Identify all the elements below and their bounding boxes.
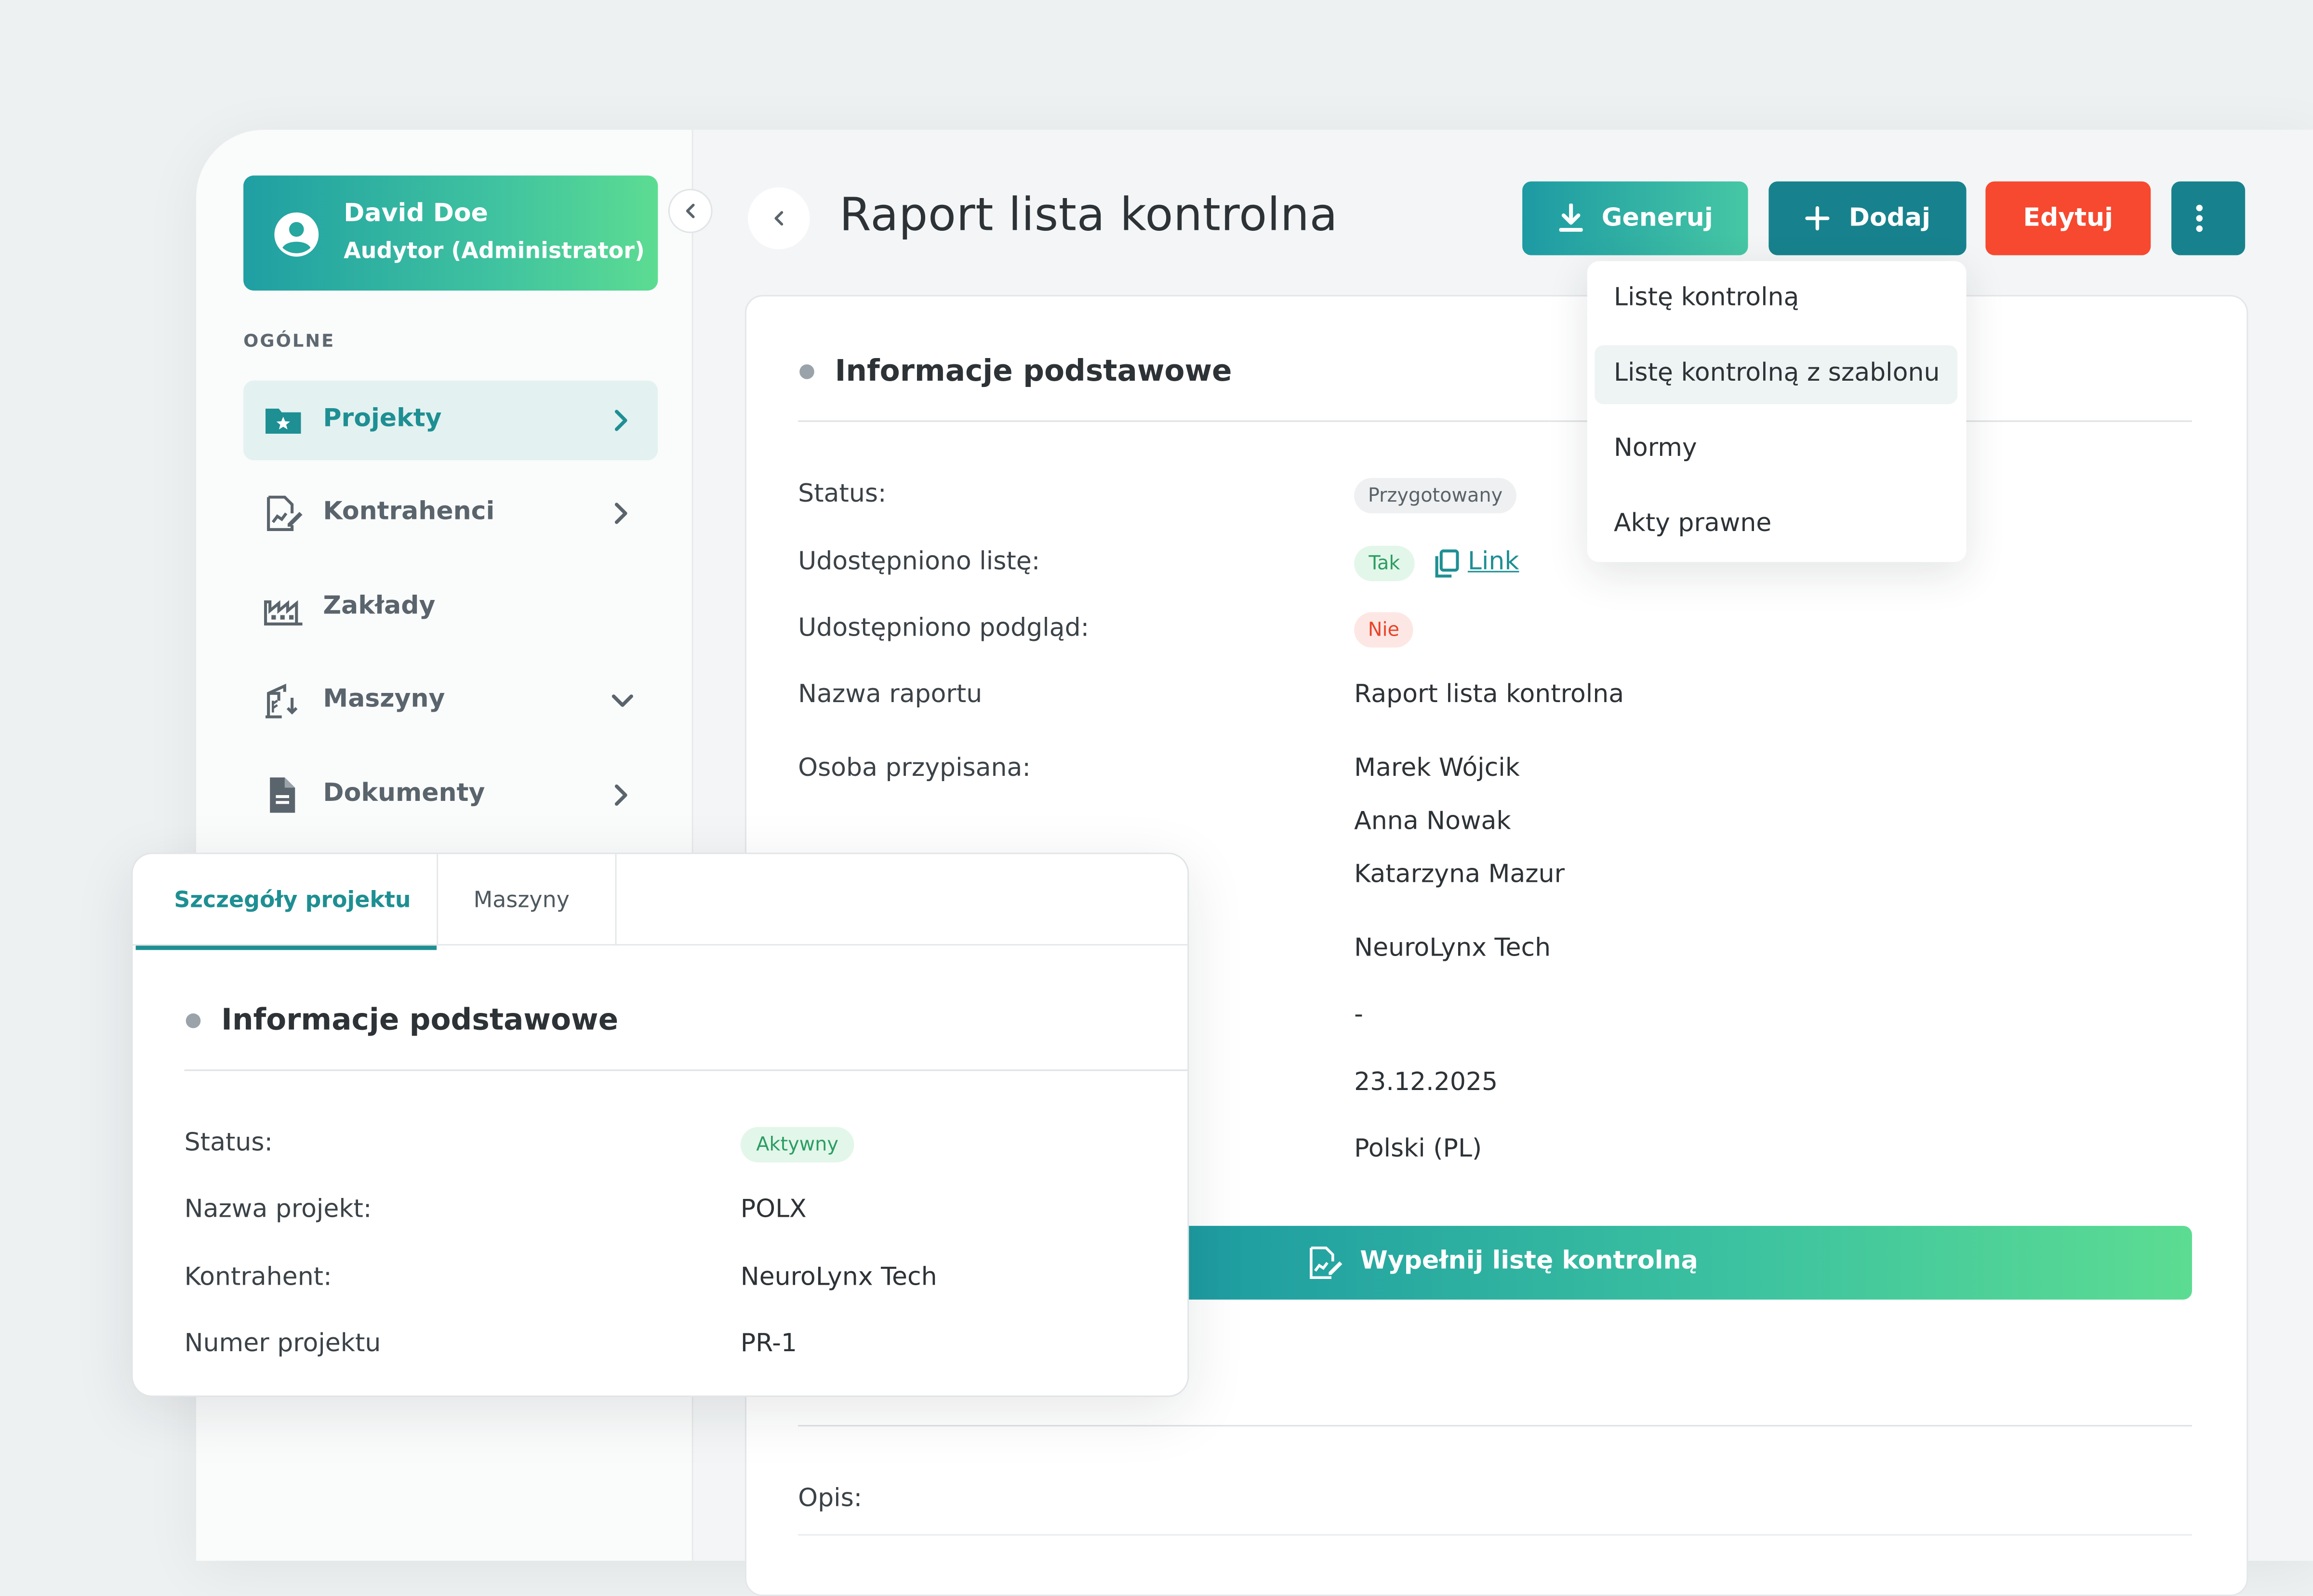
assigned-person: Katarzyna Mazur: [1354, 860, 1565, 890]
user-role: Audytor (Administrator): [344, 237, 645, 264]
sidebar-item-label: Maszyny: [323, 684, 445, 714]
sidebar-item-label: Projekty: [323, 404, 442, 434]
sidebar-collapse-button[interactable]: [668, 188, 713, 233]
chevron-right-icon: [614, 784, 627, 806]
menu-item-norms[interactable]: Normy: [1595, 420, 1957, 479]
chevron-left-icon: [774, 211, 784, 226]
assigned-person: Anna Nowak: [1354, 807, 1511, 837]
shared-preview-badge: Nie: [1354, 612, 1413, 648]
more-options-button[interactable]: [2171, 181, 2246, 255]
chevron-left-icon: [686, 203, 695, 218]
tab-machines[interactable]: Maszyny: [437, 854, 617, 946]
project-name-value: POLX: [740, 1195, 807, 1224]
document-chart-icon: [1310, 1246, 1343, 1279]
project-status-badge: Aktywny: [740, 1127, 854, 1163]
section-bullet: [186, 1013, 201, 1028]
menu-item-legal-acts[interactable]: Akty prawne: [1595, 496, 1957, 555]
chevron-right-icon: [614, 503, 627, 524]
fill-checklist-button[interactable]: Wypełnij listę kontrolną: [1180, 1225, 2192, 1300]
page-title: Raport lista kontrolna: [839, 188, 1338, 242]
project-number-label: Numer projektu: [184, 1329, 381, 1359]
share-link[interactable]: Link: [1468, 547, 1519, 577]
contractor-value: NeuroLynx Tech: [740, 1263, 937, 1292]
contractor-label: Kontrahent:: [184, 1263, 332, 1292]
chevron-down-icon: [611, 694, 633, 707]
plus-icon: [1806, 206, 1830, 231]
document-chart-icon: [267, 495, 303, 532]
project-details-card: Szczegóły projektu Maszyny Informacje po…: [131, 852, 1189, 1397]
user-card[interactable]: David Doe Audytor (Administrator): [243, 175, 658, 291]
sidebar-item-maszyny[interactable]: Maszyny: [243, 661, 658, 740]
more-vertical-icon: [2196, 204, 2203, 232]
assigned-person: Marek Wójcik: [1354, 754, 1520, 784]
user-name: David Doe: [344, 199, 488, 229]
shared-list-badge: Tak: [1354, 545, 1415, 582]
section-title: Informacje podstawowe: [221, 1001, 619, 1037]
menu-item-checklist-template[interactable]: Listę kontrolną z szablonu: [1595, 345, 1958, 404]
description-label: Opis:: [798, 1484, 863, 1514]
contractor-value: NeuroLynx Tech: [1354, 933, 1551, 963]
report-name-label: Nazwa raportu: [798, 680, 983, 710]
shared-list-label: Udostępniono listę:: [798, 547, 1040, 577]
menu-item-checklist[interactable]: Listę kontrolną: [1595, 270, 1957, 329]
add-label: Dodaj: [1848, 203, 1930, 233]
tabs-divider: [133, 944, 1188, 946]
project-number-value: PR-1: [740, 1329, 798, 1359]
crane-icon: [266, 683, 298, 718]
sidebar-item-label: Kontrahenci: [323, 497, 495, 527]
edit-button[interactable]: Edytuj: [1985, 181, 2151, 255]
download-icon: [1559, 203, 1582, 232]
language-value: Polski (PL): [1354, 1134, 1482, 1164]
sidebar-item-projekty[interactable]: Projekty: [243, 380, 658, 461]
back-button[interactable]: [748, 187, 810, 250]
chevron-right-icon: [614, 410, 627, 431]
document-icon: [270, 777, 295, 813]
project-status-label: Status:: [184, 1128, 273, 1158]
sidebar-item-kontrahenci[interactable]: Kontrahenci: [243, 474, 658, 553]
section-title: Informacje podstawowe: [835, 352, 1232, 388]
section-bullet: [799, 364, 814, 379]
edit-label: Edytuj: [2023, 203, 2114, 233]
report-name-value: Raport lista kontrolna: [1354, 680, 1624, 710]
add-dropdown-menu: Listę kontrolną Listę kontrolną z szablo…: [1587, 261, 1967, 562]
sidebar-item-label: Dokumenty: [323, 779, 485, 809]
divider: [798, 420, 2192, 422]
folder-star-icon: [266, 408, 301, 434]
sidebar-item-dokumenty[interactable]: Dokumenty: [243, 755, 658, 835]
description-field[interactable]: [798, 1534, 2192, 1536]
status-label: Status:: [798, 479, 887, 509]
status-badge: Przygotowany: [1354, 478, 1516, 514]
user-avatar-icon: [274, 212, 319, 257]
divider: [184, 1069, 1188, 1071]
divider: [798, 1425, 2192, 1427]
generate-button[interactable]: Generuj: [1522, 181, 1748, 255]
date-value: 23.12.2025: [1354, 1068, 1498, 1098]
empty-value: -: [1354, 1000, 1363, 1030]
sidebar-item-label: Zakłady: [323, 591, 436, 621]
add-button[interactable]: Dodaj: [1768, 181, 1967, 255]
generate-label: Generuj: [1601, 203, 1713, 233]
sidebar-item-zaklady[interactable]: Zakłady: [243, 568, 658, 648]
tab-project-details[interactable]: Szczegóły projektu: [135, 854, 437, 950]
factory-icon: [264, 600, 303, 625]
assigned-label: Osoba przypisana:: [798, 754, 1031, 784]
project-name-label: Nazwa projekt:: [184, 1195, 372, 1224]
sidebar-section-label: OGÓLNE: [243, 330, 335, 351]
shared-preview-label: Udostępniono podgląd:: [798, 613, 1090, 643]
copy-icon[interactable]: [1434, 549, 1460, 578]
fill-checklist-label: Wypełnij listę kontrolną: [1360, 1246, 1698, 1276]
